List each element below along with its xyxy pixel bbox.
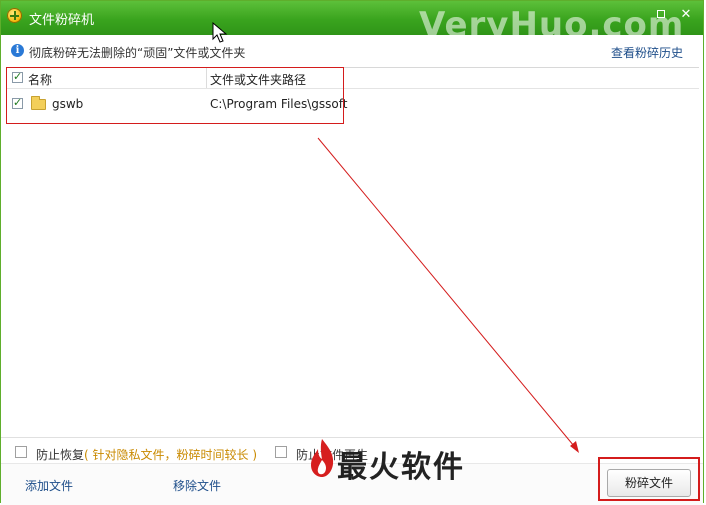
column-header-name[interactable]: 名称 <box>28 71 52 88</box>
folder-icon <box>31 96 46 110</box>
app-icon <box>7 8 22 23</box>
info-message: 彻底粉碎无法删除的“顽固”文件或文件夹 <box>29 46 246 60</box>
shred-files-button[interactable]: 粉碎文件 <box>607 469 691 497</box>
title-bar[interactable]: 文件粉碎机 VeryHuo.com ✕ <box>1 1 703 45</box>
column-header-path[interactable]: 文件或文件夹路径 <box>210 71 306 88</box>
prevent-regen-checkbox[interactable] <box>275 446 287 458</box>
row-name: gswb <box>52 97 84 111</box>
info-bar: i 彻底粉碎无法删除的“顽固”文件或文件夹 查看粉碎历史 <box>1 35 703 67</box>
info-icon: i <box>11 44 24 57</box>
prevent-recovery-text: 防止恢复 <box>36 448 85 462</box>
mouse-cursor-icon <box>212 22 228 43</box>
table-row[interactable]: gswb C:\Program Files\gssoft <box>6 92 699 116</box>
row-checkbox[interactable] <box>12 96 23 109</box>
select-all-checkbox[interactable] <box>12 70 23 83</box>
footer-bar: 添加文件 移除文件 最火软件 粉碎文件 <box>1 439 703 505</box>
column-divider[interactable] <box>206 68 207 88</box>
close-icon[interactable]: ✕ <box>679 8 693 22</box>
prevent-recovery-label[interactable]: 防止恢复( 针对隐私文件，粉碎时间较长 ) <box>36 446 257 463</box>
brand-flame-icon <box>311 439 334 477</box>
add-file-link[interactable]: 添加文件 <box>25 477 73 494</box>
view-history-link[interactable]: 查看粉碎历史 <box>611 44 683 61</box>
maximize-icon[interactable] <box>655 8 669 22</box>
row-path: C:\Program Files\gssoft <box>210 97 348 111</box>
file-shredder-window: 文件粉碎机 VeryHuo.com ✕ i 彻底粉碎无法删除的“顽固”文件或文件… <box>0 0 704 505</box>
window-title: 文件粉碎机 <box>29 13 95 28</box>
list-header: 名称 文件或文件夹路径 <box>6 68 699 89</box>
prevent-recovery-note: ( 针对隐私文件，粉碎时间较长 ) <box>84 448 258 462</box>
file-list: 名称 文件或文件夹路径 gswb C:\Program Files\gssoft <box>6 67 699 438</box>
brand-text: 最火软件 <box>337 450 465 485</box>
prevent-recovery-checkbox[interactable] <box>15 446 27 458</box>
remove-file-link[interactable]: 移除文件 <box>173 477 221 494</box>
